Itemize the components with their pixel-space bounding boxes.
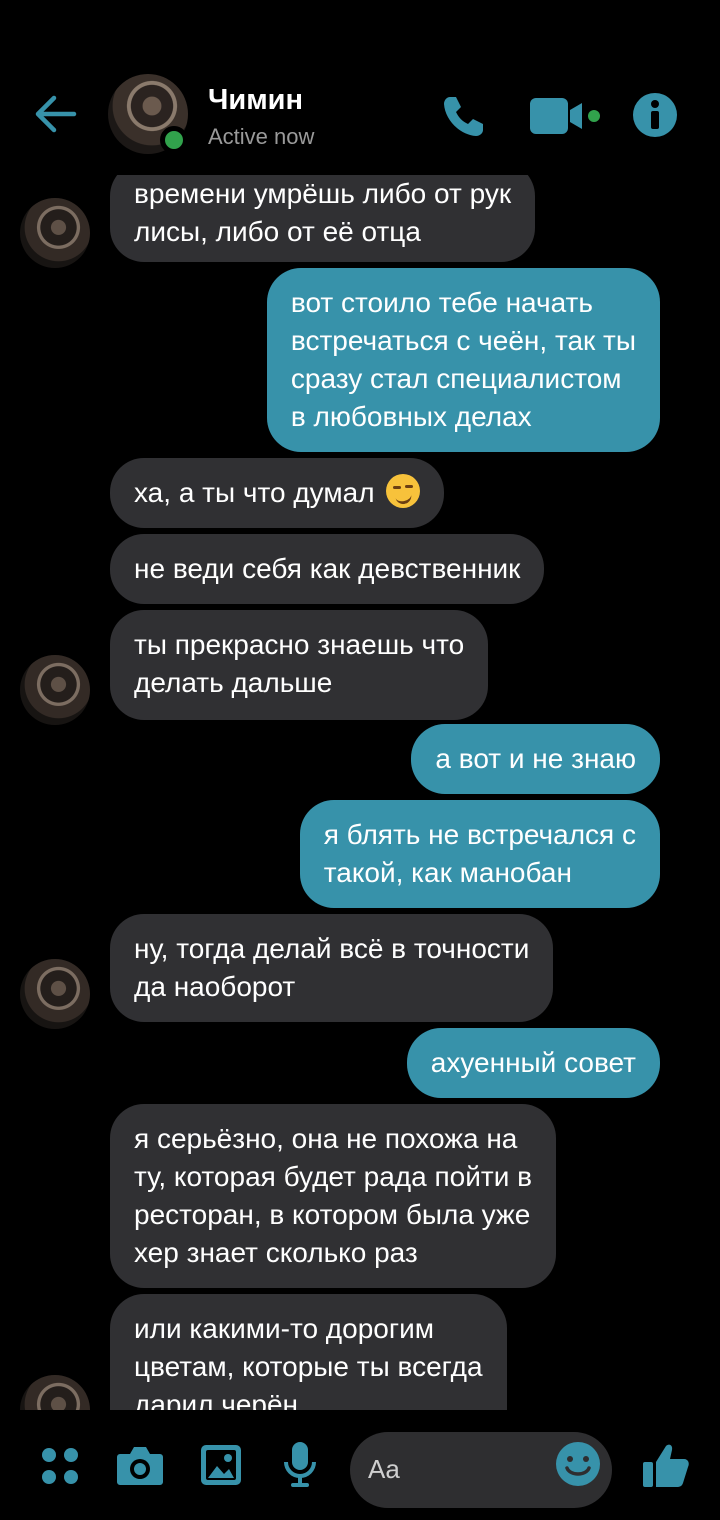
message-line: ты прекрасно знаешь что <box>134 629 465 660</box>
smirk-emoji-icon <box>386 474 421 508</box>
info-icon[interactable] <box>632 92 678 138</box>
message-line: времени умрёшь либо от рук <box>134 178 512 209</box>
message-line: делать дальше <box>134 667 333 698</box>
message-line: такой, как манобан <box>323 857 572 888</box>
message-incoming[interactable]: ты прекрасно знаешь что делать дальше <box>110 610 489 720</box>
composer-bar: Aa <box>0 1410 720 1520</box>
message-line: или какими-то дорогим <box>134 1313 434 1344</box>
message-line: да наоборот <box>134 971 296 1002</box>
message-outgoing[interactable]: а вот и не знаю <box>411 724 660 794</box>
camera-icon[interactable] <box>116 1444 164 1486</box>
message-list[interactable]: времени умрёшь либо от рук лисы, либо от… <box>0 175 720 1410</box>
message-line: ха, а ты что думал <box>134 477 375 508</box>
message-line: ахуенный совет <box>430 1047 636 1078</box>
message-line: вот стоило тебе начать <box>290 287 593 318</box>
message-line: а вот и не знаю <box>435 743 636 774</box>
message-line: сразу стал специалистом <box>290 363 622 394</box>
emoji-icon[interactable] <box>555 1441 601 1487</box>
message-line: я серьёзно, она не похожа на <box>134 1123 518 1154</box>
chat-header: Чимин Active now <box>0 0 720 175</box>
message-line: встречаться с чеён, так ты <box>290 325 636 356</box>
phone-icon[interactable] <box>440 92 488 140</box>
contact-name[interactable]: Чимин <box>208 84 303 117</box>
message-outgoing[interactable]: я блять не встречался с такой, как маноб… <box>299 800 660 908</box>
apps-icon[interactable] <box>40 1446 80 1486</box>
microphone-icon[interactable] <box>282 1440 318 1488</box>
message-incoming[interactable]: или какими-то дорогим цветам, которые ты… <box>110 1294 507 1410</box>
message-line: ту, которая будет рада пойти в <box>134 1161 532 1192</box>
online-indicator <box>160 126 188 154</box>
sender-avatar[interactable] <box>20 959 90 1029</box>
message-line: хер знает сколько раз <box>134 1237 418 1268</box>
thumbs-up-icon[interactable] <box>642 1442 690 1488</box>
sender-avatar[interactable] <box>20 1375 90 1410</box>
contact-status: Active now <box>208 124 315 149</box>
message-incoming[interactable]: ха, а ты что думал <box>110 458 445 528</box>
message-line: не веди себя как девственник <box>134 553 521 584</box>
message-line: ресторан, в котором была уже <box>134 1199 531 1230</box>
message-line: цветам, которые ты всегда <box>134 1351 483 1382</box>
message-line: ну, тогда делай всё в точности <box>134 933 530 964</box>
message-outgoing[interactable]: вот стоило тебе начать встречаться с чеё… <box>266 268 660 452</box>
message-incoming[interactable]: я серьёзно, она не похожа на ту, которая… <box>110 1104 556 1288</box>
message-incoming[interactable]: времени умрёшь либо от рук лисы, либо от… <box>110 175 536 262</box>
message-line: в любовных делах <box>290 401 532 432</box>
message-input-placeholder: Aa <box>368 1454 400 1484</box>
message-line: дарил черён <box>134 1389 299 1410</box>
message-line: лисы, либо от её отца <box>134 216 421 247</box>
gallery-icon[interactable] <box>200 1444 242 1486</box>
message-incoming[interactable]: ну, тогда делай всё в точности да наобор… <box>110 914 554 1022</box>
message-outgoing[interactable]: ахуенный совет <box>406 1028 660 1098</box>
sender-avatar[interactable] <box>20 655 90 725</box>
back-arrow-icon[interactable] <box>30 88 82 140</box>
video-camera-icon[interactable] <box>528 96 604 136</box>
message-incoming[interactable]: не веди себя как девственник <box>110 534 545 604</box>
sender-avatar[interactable] <box>20 198 90 268</box>
message-line: я блять не встречался с <box>323 819 636 850</box>
